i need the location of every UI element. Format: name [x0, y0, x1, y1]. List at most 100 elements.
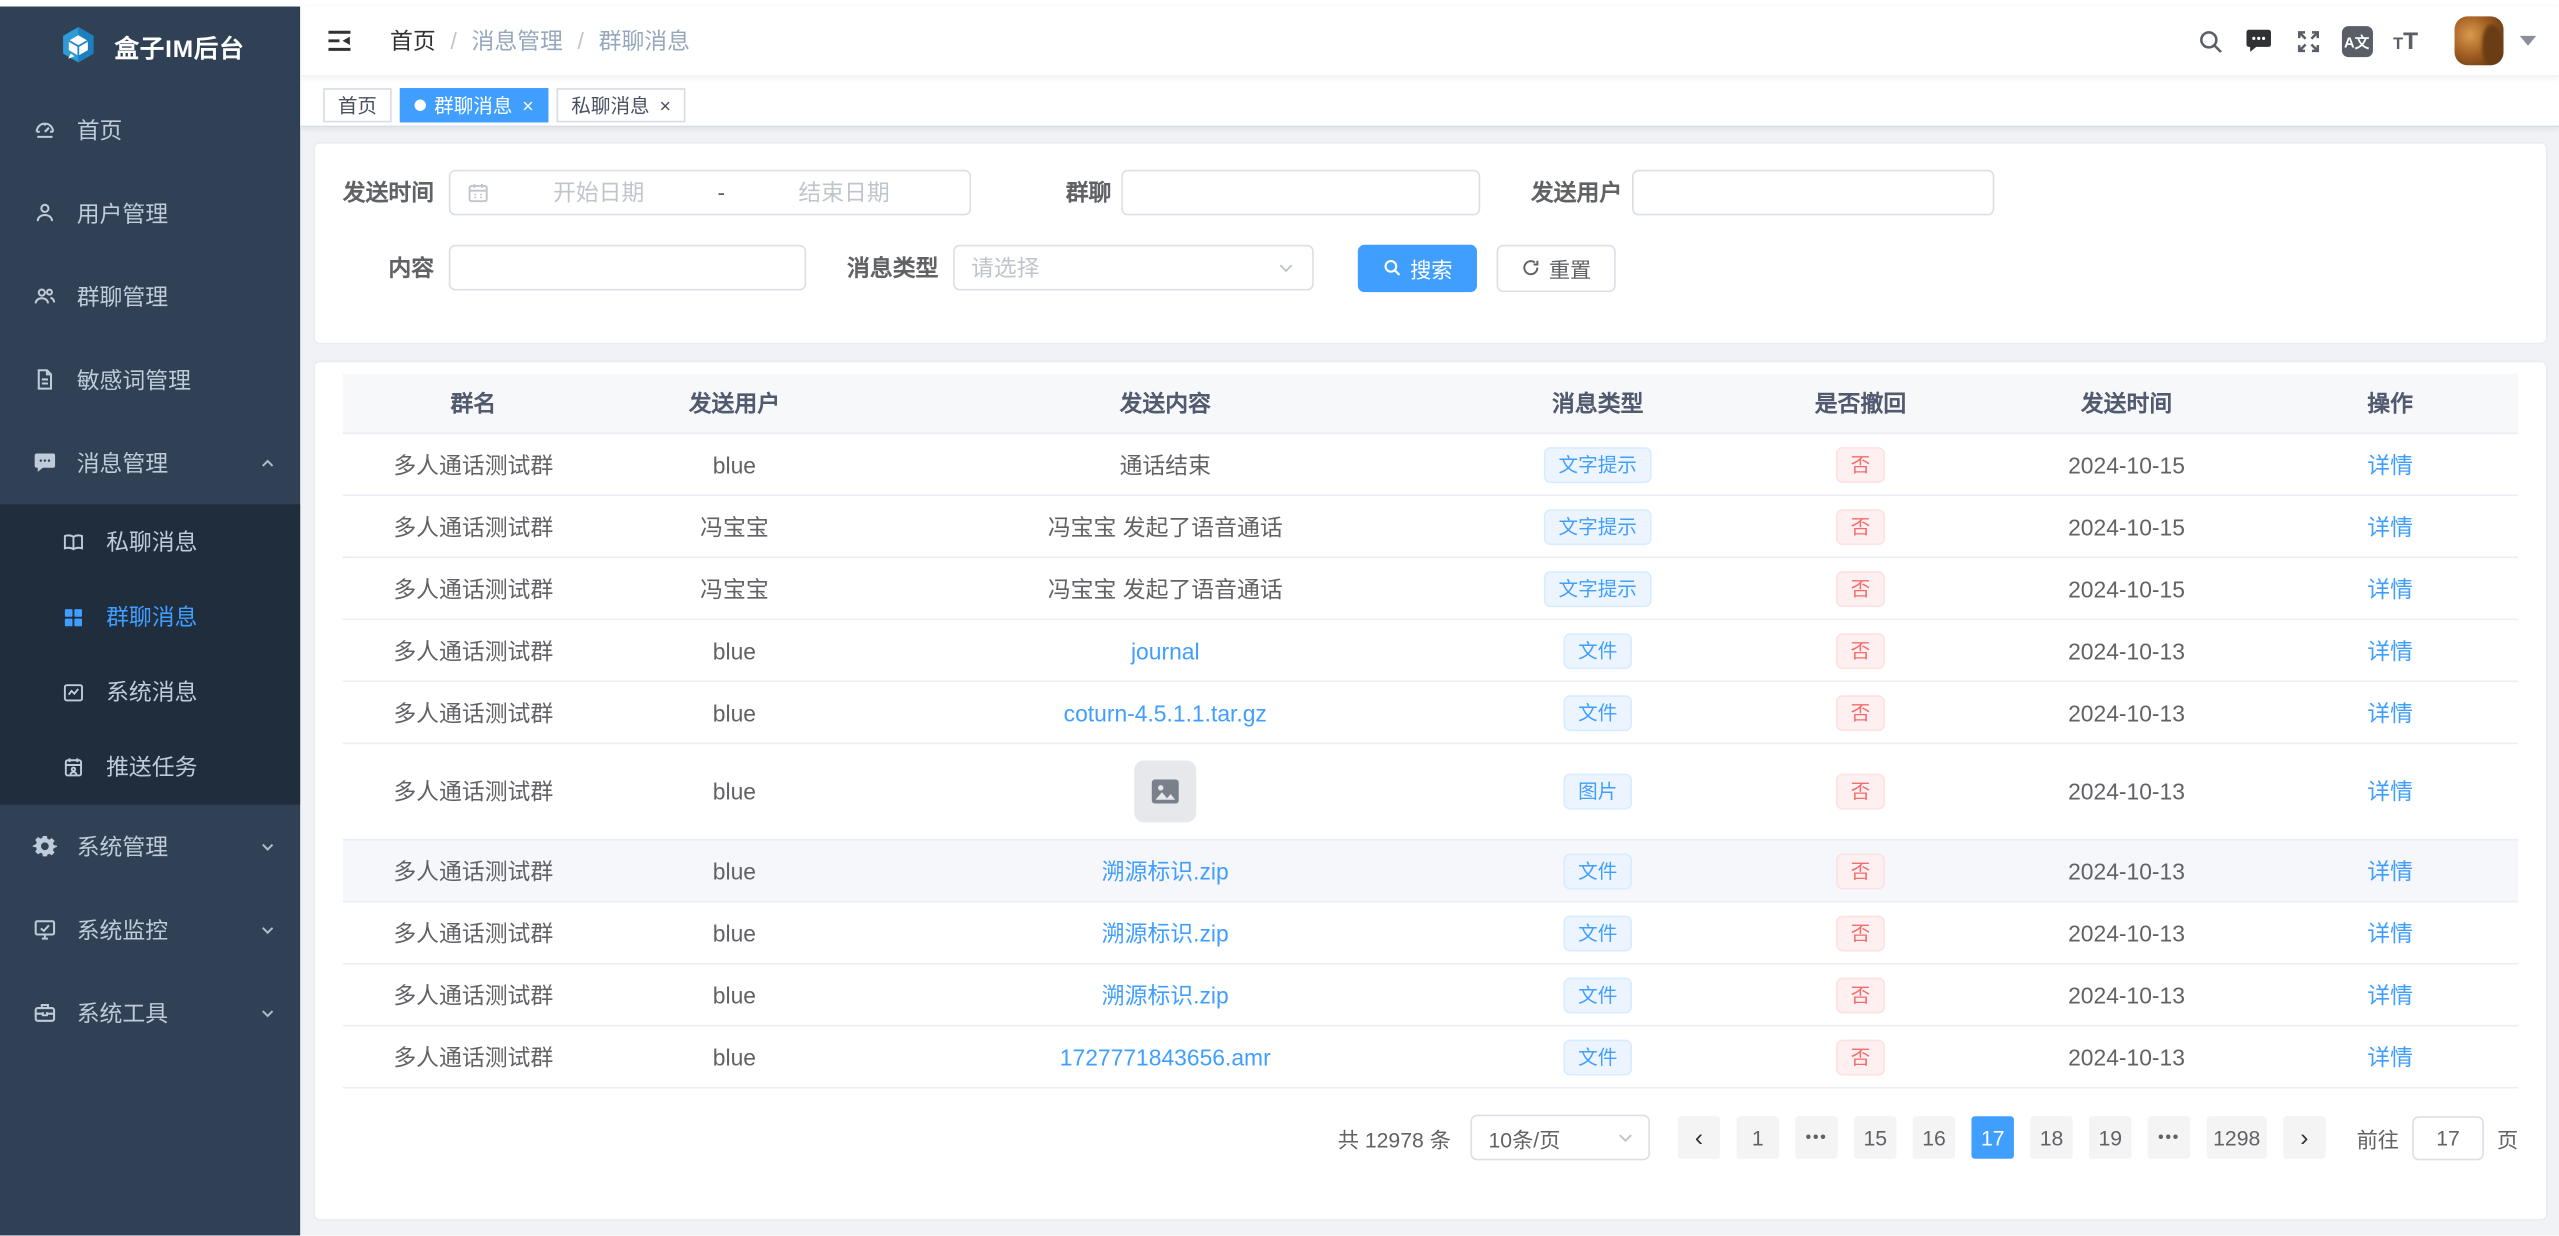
start-date-placeholder: 开始日期: [490, 176, 708, 209]
send-time-range-input[interactable]: 开始日期 - 结束日期: [449, 170, 971, 216]
sidebar-item-system-tools[interactable]: 系统工具: [0, 971, 300, 1054]
avatar[interactable]: [2455, 16, 2504, 65]
sidebar-item-message-mgmt[interactable]: 消息管理: [0, 421, 300, 504]
group-label: 群聊: [1066, 176, 1112, 209]
cell-message-type: 图片: [1466, 770, 1730, 812]
message-icon[interactable]: [2239, 21, 2278, 60]
table-row: 多人通话测试群冯宝宝冯宝宝 发起了语音通话文字提示否2024-10-15详情: [343, 496, 2518, 558]
sidebar-item-group-messages[interactable]: 群聊消息: [0, 579, 300, 654]
detail-link[interactable]: 详情: [2367, 920, 2413, 946]
tab-私聊消息[interactable]: 私聊消息×: [557, 88, 686, 122]
breadcrumb-item: 群聊消息: [599, 24, 690, 57]
sidebar-item-push-tasks[interactable]: 推送任务: [0, 730, 300, 805]
group-input[interactable]: [1121, 170, 1480, 216]
search-button[interactable]: 搜索: [1358, 244, 1477, 291]
navbar-actions: A文 TT: [2180, 16, 2536, 65]
translate-icon[interactable]: A文: [2337, 21, 2376, 60]
sidebar-item-label: 群聊消息: [106, 601, 277, 634]
chevron-down-icon: [1276, 258, 1296, 278]
cell-action: 详情: [2262, 772, 2518, 811]
page-button-15[interactable]: 15: [1854, 1116, 1896, 1158]
prev-page-button[interactable]: ‹: [1678, 1116, 1720, 1158]
cell-group-name: 多人通话测试群: [343, 975, 604, 1014]
file-link[interactable]: 溯源标识.zip: [1102, 920, 1229, 946]
page-button-1298[interactable]: 1298: [2207, 1116, 2267, 1158]
detail-link[interactable]: 详情: [2367, 858, 2413, 884]
table-row: 多人通话测试群bluecoturn-4.5.1.1.tar.gz文件否2024-…: [343, 682, 2518, 744]
tab-close-icon[interactable]: ×: [522, 95, 533, 115]
fullscreen-icon[interactable]: [2288, 21, 2327, 60]
cell-action: 详情: [2262, 1037, 2518, 1076]
cell-recalled: 否: [1730, 911, 1991, 953]
detail-link[interactable]: 详情: [2367, 513, 2413, 539]
recalled-badge: 否: [1836, 977, 1885, 1013]
sidebar-item-user-mgmt[interactable]: 用户管理: [0, 171, 300, 254]
type-select[interactable]: 请选择: [953, 245, 1314, 291]
cell-recalled: 否: [1730, 505, 1991, 547]
detail-link[interactable]: 详情: [2367, 778, 2413, 804]
table-row: 多人通话测试群blue通话结束文字提示否2024-10-15详情: [343, 434, 2518, 496]
content-input[interactable]: [449, 245, 806, 291]
sidebar-item-label: 消息管理: [77, 446, 258, 479]
calendar-icon: [467, 181, 490, 204]
tab-首页[interactable]: 首页: [323, 88, 392, 122]
detail-link[interactable]: 详情: [2367, 982, 2413, 1008]
file-link[interactable]: coturn-4.5.1.1.tar.gz: [1064, 699, 1267, 725]
page-button-18[interactable]: 18: [2030, 1116, 2072, 1158]
detail-link[interactable]: 详情: [2367, 699, 2413, 725]
file-link[interactable]: 1727771843656.amr: [1060, 1044, 1271, 1070]
recalled-badge: 否: [1836, 508, 1885, 544]
message-type-badge: 文件: [1563, 853, 1632, 889]
page-button-19[interactable]: 19: [2089, 1116, 2131, 1158]
next-page-button[interactable]: ›: [2283, 1116, 2325, 1158]
page-ellipsis: •••: [1795, 1116, 1837, 1158]
sidebar-item-group-mgmt[interactable]: 群聊管理: [0, 255, 300, 338]
file-link[interactable]: 溯源标识.zip: [1102, 858, 1229, 884]
cell-send-time: 2024-10-13: [1991, 775, 2262, 808]
recalled-badge: 否: [1836, 570, 1885, 606]
tab-close-icon[interactable]: ×: [659, 95, 670, 115]
sidebar-item-private-messages[interactable]: 私聊消息: [0, 504, 300, 579]
image-thumbnail[interactable]: [1134, 761, 1196, 823]
detail-link[interactable]: 详情: [2367, 637, 2413, 663]
sender-input[interactable]: [1632, 170, 1994, 216]
sidebar-menu: 首页用户管理群聊管理敏感词管理消息管理私聊消息群聊消息系统消息推送任务系统管理系…: [0, 88, 300, 1236]
page-ellipsis: •••: [2148, 1116, 2190, 1158]
goto-page-input[interactable]: [2412, 1115, 2484, 1159]
cell-message-type: 文字提示: [1466, 567, 1730, 609]
detail-link[interactable]: 详情: [2367, 575, 2413, 601]
sidebar-item-system-messages[interactable]: 系统消息: [0, 654, 300, 729]
chevron-down-icon[interactable]: [2520, 36, 2536, 46]
search-icon[interactable]: [2190, 21, 2229, 60]
message-type-badge: 文字提示: [1544, 508, 1652, 544]
toolbox-icon: [33, 1000, 57, 1024]
page-size-select[interactable]: 10条/页: [1471, 1115, 1651, 1161]
cell-group-name: 多人通话测试群: [343, 851, 604, 890]
tab-群聊消息[interactable]: 群聊消息×: [400, 88, 549, 122]
cell-action: 详情: [2262, 507, 2518, 546]
font-size-icon[interactable]: TT: [2386, 21, 2425, 60]
page-button-17[interactable]: 17: [1972, 1116, 2014, 1158]
detail-link[interactable]: 详情: [2367, 451, 2413, 477]
app-logo[interactable]: 盒子IM后台: [0, 7, 300, 89]
file-link[interactable]: 溯源标识.zip: [1102, 982, 1229, 1008]
sidebar-item-system-mgmt[interactable]: 系统管理: [0, 805, 300, 888]
chevron-down-icon: [258, 836, 278, 856]
sidebar-item-label: 系统工具: [77, 996, 258, 1029]
recalled-badge: 否: [1836, 1039, 1885, 1075]
cell-action: 详情: [2262, 851, 2518, 890]
sidebar-item-sensitive-words[interactable]: 敏感词管理: [0, 338, 300, 421]
sidebar-item-home[interactable]: 首页: [0, 88, 300, 171]
sidebar-item-label: 首页: [77, 113, 278, 146]
cell-send-time: 2024-10-13: [1991, 634, 2262, 667]
detail-link[interactable]: 详情: [2367, 1044, 2413, 1070]
sidebar-collapse-icon[interactable]: [325, 26, 354, 55]
page-button-16[interactable]: 16: [1913, 1116, 1955, 1158]
file-link[interactable]: journal: [1131, 637, 1200, 663]
sidebar-item-system-monitor[interactable]: 系统监控: [0, 888, 300, 971]
reset-button[interactable]: 重置: [1497, 244, 1616, 291]
cell-message-type: 文件: [1466, 973, 1730, 1015]
chevron-down-icon: [1616, 1128, 1636, 1148]
page-button-1[interactable]: 1: [1737, 1116, 1779, 1158]
breadcrumb-item[interactable]: 首页: [390, 24, 436, 57]
